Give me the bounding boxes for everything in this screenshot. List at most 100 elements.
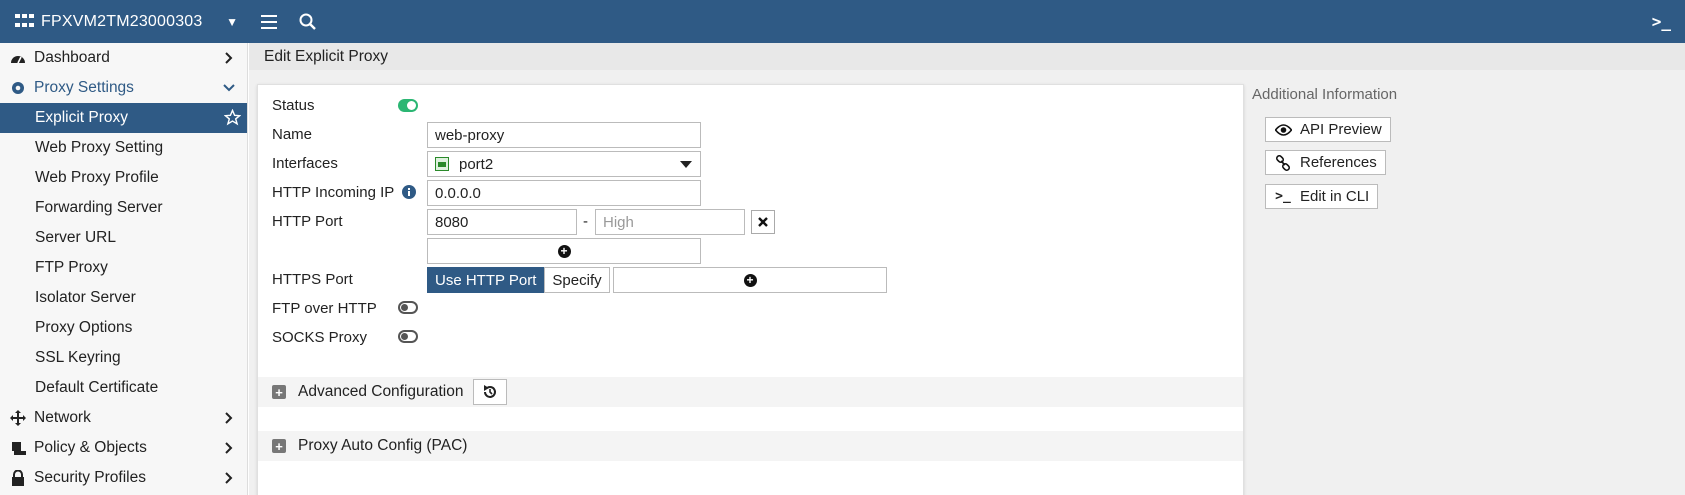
eye-icon: [1274, 123, 1292, 136]
terminal-icon: >_: [1275, 189, 1291, 204]
sidebar-item-default-certificate[interactable]: Default Certificate: [0, 373, 247, 403]
sidebar-item-ssl-keyring[interactable]: SSL Keyring: [0, 343, 247, 373]
sidebar-item-policy-objects[interactable]: Policy & Objects: [0, 433, 247, 463]
socks-proxy-label: SOCKS Proxy: [272, 329, 368, 346]
edit-in-cli-button[interactable]: >_ Edit in CLI: [1265, 184, 1379, 209]
revert-history-icon: [484, 385, 497, 398]
revert-defaults-button[interactable]: [473, 379, 508, 405]
sidebar-item-label: SSL Keyring: [35, 349, 121, 366]
sidebar-item-label: Proxy Settings: [34, 79, 134, 96]
https-port-label: HTTPS Port: [272, 271, 353, 288]
sidebar-item-label: Web Proxy Profile: [35, 169, 159, 186]
device-name: FPXVM2TM23000303: [41, 12, 203, 30]
api-preview-button[interactable]: API Preview: [1265, 117, 1391, 142]
http-incoming-ip-text: HTTP Incoming IP: [272, 184, 394, 201]
network-port-icon: [435, 157, 449, 171]
https-port-use-http-option[interactable]: Use HTTP Port: [427, 267, 545, 293]
add-https-port-button[interactable]: +: [613, 267, 887, 293]
sidebar-item-label: Security Profiles: [34, 469, 146, 486]
sidebar-item-label: Policy & Objects: [34, 439, 147, 456]
sidebar-item-proxy-options[interactable]: Proxy Options: [0, 313, 247, 343]
edit-form-panel: Status Name web-proxy Interfaces port2 H…: [257, 84, 1244, 495]
cli-console-button[interactable]: >_: [1652, 12, 1671, 31]
http-incoming-ip-label: HTTP Incoming IP: [272, 184, 417, 201]
socks-proxy-toggle[interactable]: [398, 330, 418, 343]
menu-toggle-button[interactable]: [250, 0, 288, 43]
sidebar-item-label: Server URL: [35, 229, 116, 246]
sidebar-item-dashboard[interactable]: Dashboard: [0, 43, 247, 73]
add-http-port-button[interactable]: +: [427, 238, 701, 264]
favorite-star-icon[interactable]: [223, 108, 242, 131]
http-port-label: HTTP Port: [272, 213, 343, 230]
name-input[interactable]: web-proxy: [427, 122, 701, 148]
status-toggle[interactable]: [398, 99, 418, 112]
sidebar-item-security-profiles[interactable]: Security Profiles: [0, 463, 247, 493]
search-icon: [299, 13, 316, 30]
port-range-dash: -: [583, 213, 588, 230]
plus-circle-icon: +: [557, 244, 571, 258]
references-label: References: [1300, 154, 1377, 171]
sidebar-item-label: Network: [34, 409, 91, 426]
sidebar-item-isolator-server[interactable]: Isolator Server: [0, 283, 247, 313]
chevron-down-icon: [221, 80, 237, 96]
chevron-right-icon: [221, 50, 237, 66]
advanced-configuration-section[interactable]: + Advanced Configuration: [258, 377, 1243, 407]
gear-icon: [10, 80, 26, 96]
lock-icon: [10, 470, 26, 486]
name-label: Name: [272, 126, 313, 143]
proxy-auto-config-label: Proxy Auto Config (PAC): [298, 437, 468, 454]
move-arrows-icon: [10, 410, 26, 426]
top-bar: FPXVM2TM23000303 ▼ >_: [0, 0, 1685, 43]
sidebar-item-network[interactable]: Network: [0, 403, 247, 433]
sidebar-item-server-url[interactable]: Server URL: [0, 223, 247, 253]
remove-port-button[interactable]: [751, 210, 775, 234]
sidebar-item-web-proxy-setting[interactable]: Web Proxy Setting: [0, 133, 247, 163]
additional-info-title: Additional Information: [1252, 86, 1398, 103]
search-button[interactable]: [288, 0, 326, 43]
expand-plus-icon: +: [272, 385, 286, 399]
status-label: Status: [272, 97, 315, 114]
chevron-right-icon: [221, 440, 237, 456]
expand-plus-icon: +: [272, 439, 286, 453]
sidebar: Dashboard Proxy Settings Explicit Proxy …: [0, 43, 248, 495]
edit-in-cli-label: Edit in CLI: [1300, 188, 1370, 205]
sidebar-item-label: FTP Proxy: [35, 259, 108, 276]
http-port-low-input[interactable]: 8080: [427, 209, 577, 235]
proxy-auto-config-section[interactable]: + Proxy Auto Config (PAC): [258, 431, 1243, 461]
ftp-over-http-toggle[interactable]: [398, 301, 418, 314]
sidebar-item-label: Explicit Proxy: [35, 109, 129, 126]
dashboard-gauge-icon: [10, 50, 26, 66]
references-button[interactable]: References: [1265, 150, 1386, 175]
ftp-over-http-label: FTP over HTTP: [272, 300, 377, 317]
sidebar-item-label: Forwarding Server: [35, 199, 163, 216]
advanced-configuration-label: Advanced Configuration: [298, 383, 464, 400]
chevron-right-icon: [221, 410, 237, 426]
interfaces-label: Interfaces: [272, 155, 338, 172]
sidebar-item-label: Proxy Options: [35, 319, 133, 336]
close-icon: [758, 217, 768, 227]
sidebar-item-explicit-proxy[interactable]: Explicit Proxy: [0, 103, 247, 133]
http-port-high-input[interactable]: High: [595, 209, 745, 235]
api-preview-label: API Preview: [1300, 121, 1382, 138]
info-icon[interactable]: [402, 185, 417, 199]
https-port-specify-option[interactable]: Specify: [544, 267, 610, 293]
policy-stamp-icon: [10, 440, 26, 456]
sidebar-item-web-proxy-profile[interactable]: Web Proxy Profile: [0, 163, 247, 193]
interfaces-select[interactable]: port2: [427, 151, 701, 177]
chevron-right-icon: [221, 470, 237, 486]
sidebar-item-label: Isolator Server: [35, 289, 136, 306]
interfaces-value: port2: [459, 155, 494, 173]
plus-circle-icon: +: [743, 273, 757, 287]
page-title: Edit Explicit Proxy: [249, 43, 1685, 70]
sidebar-item-proxy-settings[interactable]: Proxy Settings: [0, 73, 247, 103]
sidebar-item-forwarding-server[interactable]: Forwarding Server: [0, 193, 247, 223]
dropdown-caret-icon: [680, 161, 692, 168]
sidebar-item-label: Default Certificate: [35, 379, 159, 396]
sidebar-item-ftp-proxy[interactable]: FTP Proxy: [0, 253, 247, 283]
sidebar-item-label: Dashboard: [34, 49, 110, 66]
chevron-down-icon: ▼: [226, 14, 238, 29]
http-incoming-ip-input[interactable]: 0.0.0.0: [427, 180, 701, 206]
device-selector[interactable]: FPXVM2TM23000303 ▼: [0, 0, 250, 43]
sidebar-item-label: Web Proxy Setting: [35, 139, 164, 156]
https-port-mode-toggle: Use HTTP Port Specify: [427, 267, 610, 293]
